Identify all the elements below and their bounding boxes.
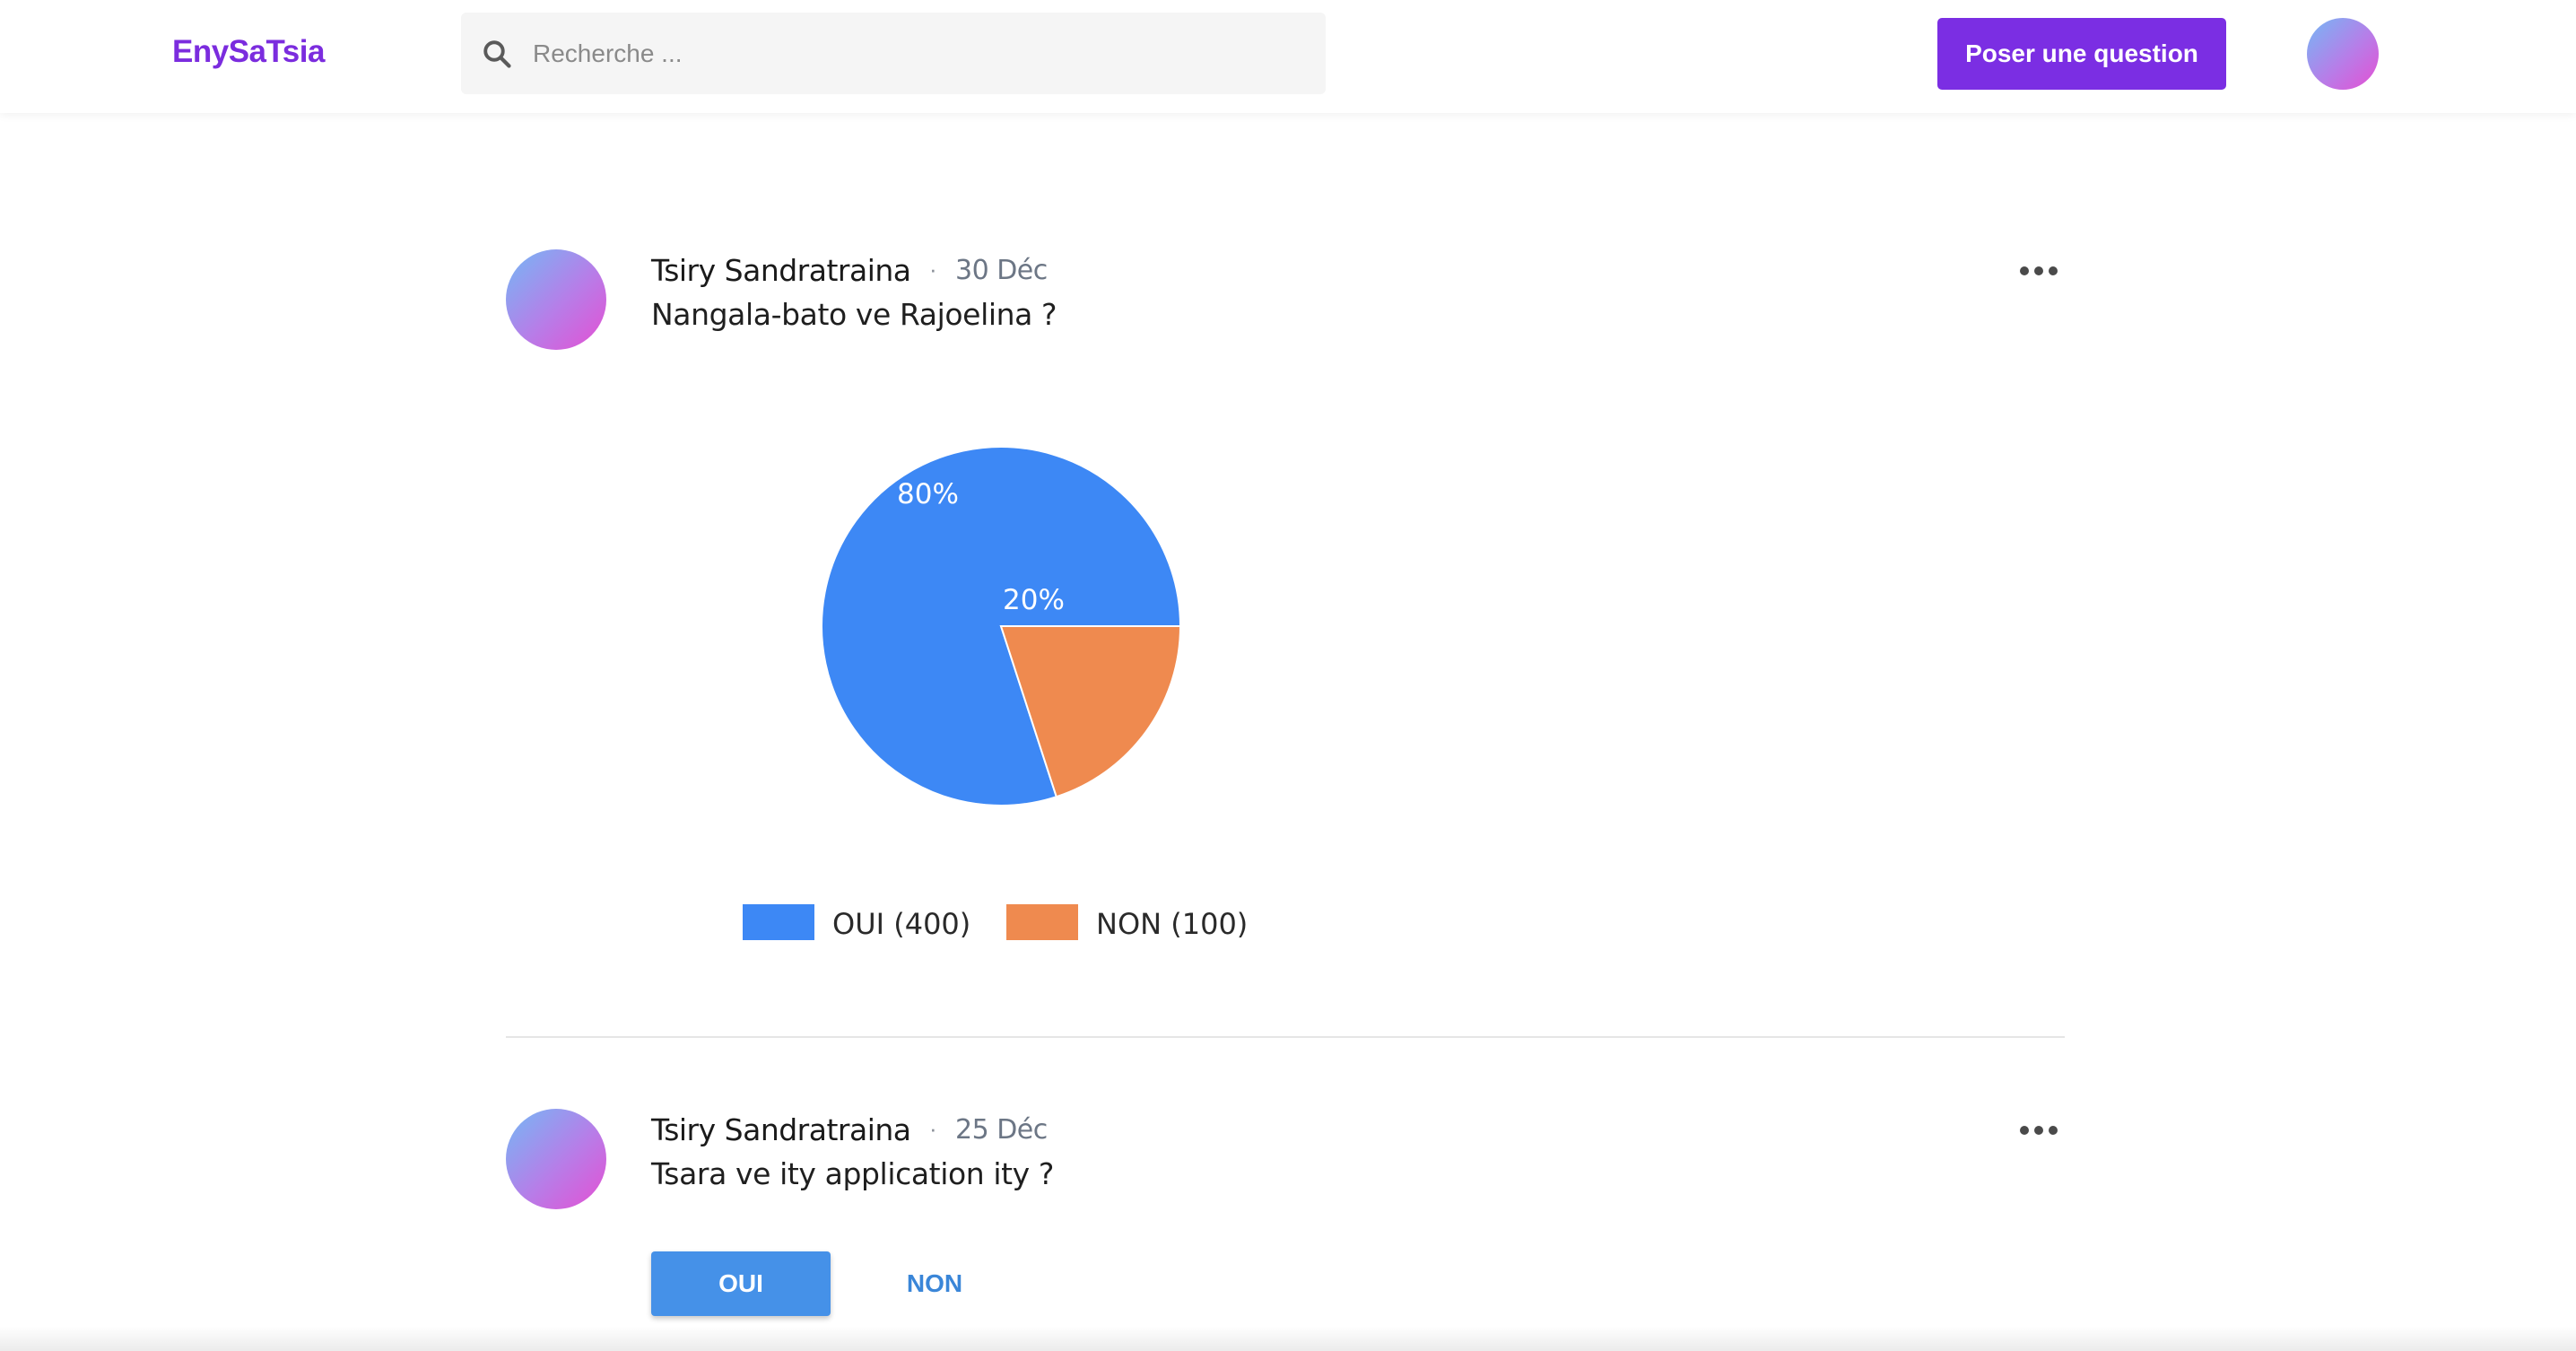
author-name[interactable]: Tsiry Sandratraina [651,253,911,288]
author-name[interactable]: Tsiry Sandratraina [651,1112,911,1147]
more-options-icon[interactable] [2020,265,2059,277]
legend-swatch-non[interactable] [1006,904,1078,940]
post-date: 25 Déc [955,1114,1048,1146]
meta-separator: · [929,1115,937,1142]
top-navigation-bar: EnySaTsia Poser une question [0,0,2576,113]
post-divider [506,1036,2065,1038]
poll-results-pie-chart: 80% 20% OUI (400) NON (100) [743,446,1248,941]
search-icon [483,40,511,68]
meta-separator: · [929,256,937,283]
search-box[interactable] [461,13,1326,94]
author-avatar[interactable] [506,1109,606,1209]
question-text: Tsara ve ity application ity ? [651,1156,1055,1191]
page-bottom-shadow [0,1326,2576,1351]
user-avatar[interactable] [2307,18,2379,90]
legend-label-non[interactable]: NON (100) [1096,907,1248,941]
answer-non-button[interactable]: NON [861,1251,1008,1316]
legend-swatch-oui[interactable] [743,904,814,940]
question-text: Nangala-bato ve Rajoelina ? [651,297,1057,332]
app-logo[interactable]: EnySaTsia [172,34,325,70]
answer-oui-button[interactable]: OUI [651,1251,831,1316]
legend-label-oui[interactable]: OUI (400) [832,907,970,941]
search-input[interactable] [533,13,1304,94]
author-avatar[interactable] [506,249,606,350]
post-date: 30 Déc [955,255,1048,286]
pie-percent-label: 20% [1003,584,1065,616]
ask-question-button[interactable]: Poser une question [1937,18,2226,90]
more-options-icon[interactable] [2020,1124,2059,1137]
pie-percent-label: 80% [897,478,959,510]
